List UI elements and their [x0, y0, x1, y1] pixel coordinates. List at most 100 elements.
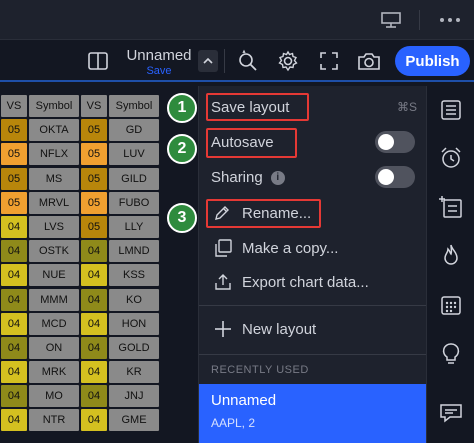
export-label: Export chart data... [242, 273, 369, 291]
column-header[interactable]: VS [1, 95, 27, 117]
export-data-item[interactable]: Export chart data... [199, 269, 427, 295]
make-copy-label: Make a copy... [242, 239, 339, 257]
new-layout-label: New layout [242, 320, 317, 338]
layout-name: Unnamed [126, 47, 192, 64]
gear-icon[interactable] [275, 48, 301, 74]
export-icon [213, 272, 233, 296]
symbol-cell: LMND [109, 240, 159, 263]
vs-cell: 04 [1, 215, 27, 238]
vs-cell: 04 [81, 385, 107, 408]
symbol-cell: HON [109, 312, 159, 335]
symbol-cell: LVS [29, 215, 79, 238]
fire-icon[interactable] [437, 241, 465, 269]
table-row[interactable]: 04 MMM 04 KO [0, 288, 200, 312]
monitor-icon[interactable] [379, 9, 403, 31]
symbol-cell: KO [109, 288, 159, 311]
more-icon[interactable] [437, 10, 463, 30]
lightbulb-icon[interactable] [437, 340, 465, 368]
vs-cell: 04 [1, 240, 27, 263]
vs-cell: 05 [81, 191, 107, 214]
camera-icon[interactable] [355, 48, 383, 74]
vs-cell: 04 [81, 336, 107, 359]
publish-button[interactable]: Publish [395, 46, 470, 76]
vs-cell: 05 [81, 143, 107, 166]
sharing-item[interactable]: Sharing i [199, 164, 427, 190]
vs-cell: 05 [1, 119, 27, 142]
recent-layout-item[interactable]: Unnamed AAPL, 2 [199, 384, 427, 443]
table-row[interactable]: 04 MCD 04 HON [0, 312, 200, 336]
save-shortcut: ⌘S [396, 100, 417, 114]
alarm-icon[interactable] [437, 144, 465, 172]
toggle-knob [378, 134, 394, 150]
highlight-rename [206, 199, 321, 228]
top-bar [0, 0, 474, 40]
symbol-cell: GME [109, 409, 159, 432]
table-row[interactable]: 04 OSTK 04 LMND [0, 239, 200, 263]
layout-name-button[interactable]: Unnamed Save [124, 47, 194, 77]
step-badge-2: 2 [167, 134, 197, 164]
new-layout-item[interactable]: New layout [199, 316, 427, 342]
symbol-cell: KR [109, 361, 159, 384]
column-header[interactable]: Symbol [109, 95, 159, 117]
info-icon[interactable]: i [270, 170, 285, 185]
table-row[interactable]: 04 MO 04 JNJ [0, 384, 200, 408]
fullscreen-icon[interactable] [316, 48, 342, 74]
chat-icon[interactable] [437, 398, 465, 426]
chevron-up-icon[interactable] [198, 50, 218, 72]
symbol-cell: MMM [29, 288, 79, 311]
table-row[interactable]: 05 MS 05 GILD [0, 167, 200, 191]
symbol-cell: KSS [109, 264, 159, 287]
watchlist-icon[interactable] [437, 96, 465, 124]
step-badge-3: 3 [167, 203, 197, 233]
vs-cell: 04 [1, 312, 27, 335]
symbol-cell: GD [109, 119, 159, 142]
vs-cell: 04 [1, 288, 27, 311]
vs-cell: 05 [1, 167, 27, 190]
vs-cell: 04 [1, 336, 27, 359]
calendar-icon[interactable] [437, 291, 465, 319]
column-header[interactable]: VS [81, 95, 107, 117]
sharing-label: Sharing [211, 168, 263, 186]
vs-cell: 04 [81, 361, 107, 384]
table-row[interactable]: 04 ON 04 GOLD [0, 336, 200, 360]
column-header[interactable]: Symbol [29, 95, 79, 117]
make-copy-item[interactable]: Make a copy... [199, 235, 427, 261]
table-row[interactable]: 04 NUE 04 KSS [0, 263, 200, 287]
recent-layout-name: Unnamed [211, 392, 277, 409]
topbar-divider [419, 10, 420, 30]
highlight-save-layout [206, 93, 309, 121]
plus-icon [213, 319, 233, 343]
symbol-cell: LUV [109, 143, 159, 166]
symbol-cell: NTR [29, 409, 79, 432]
vs-cell: 05 [81, 215, 107, 238]
recently-used-heading: RECENTLY USED [211, 364, 309, 376]
vs-cell: 04 [81, 264, 107, 287]
split-layout-icon[interactable] [86, 49, 110, 73]
step-badge-1: 1 [167, 93, 197, 123]
menu-separator [199, 305, 427, 306]
symbol-cell: JNJ [109, 385, 159, 408]
symbol-cell: GILD [109, 167, 159, 190]
vs-cell: 05 [1, 143, 27, 166]
sharing-toggle[interactable] [375, 166, 415, 188]
table-row[interactable]: 04 MRK 04 KR [0, 360, 200, 384]
add-list-icon[interactable] [437, 193, 465, 221]
symbol-cell: OKTA [29, 119, 79, 142]
toolbar-divider [224, 49, 225, 73]
symbol-cell: MCD [29, 312, 79, 335]
toggle-knob [378, 169, 394, 185]
save-link[interactable]: Save [124, 65, 194, 77]
symbol-cell: MRK [29, 361, 79, 384]
symbol-cell: GOLD [109, 336, 159, 359]
vs-cell: 04 [1, 361, 27, 384]
vs-cell: 05 [1, 191, 27, 214]
recent-layout-symbol: AAPL, 2 [211, 416, 256, 430]
vs-cell: 04 [1, 409, 27, 432]
magic-cursor-icon[interactable] [234, 48, 260, 74]
vs-cell: 05 [81, 167, 107, 190]
vs-cell: 04 [81, 288, 107, 311]
symbol-cell: MRVL [29, 191, 79, 214]
table-row[interactable]: 04 NTR 04 GME [0, 408, 200, 432]
vs-cell: 04 [81, 409, 107, 432]
autosave-toggle[interactable] [375, 131, 415, 153]
